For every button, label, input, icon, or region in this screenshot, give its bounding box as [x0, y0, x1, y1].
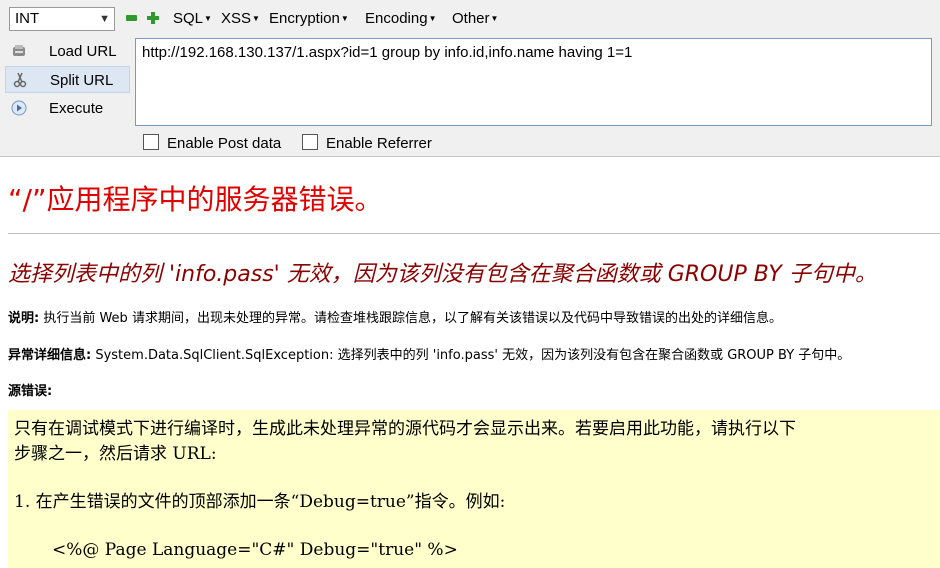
source-error-paragraph: 源错误:	[8, 380, 52, 399]
source-error-box: 只有在调试模式下进行编译时，生成此未处理异常的源代码才会显示出来。若要启用此功能…	[8, 410, 940, 568]
enable-referrer-label: Enable Referrer	[326, 135, 432, 152]
menu-sql-label: SQL	[173, 10, 204, 27]
url-input[interactable]: http://192.168.130.137/1.aspx?id=1 group…	[135, 38, 932, 126]
caret-icon: ▼	[252, 14, 260, 23]
menu-other[interactable]: Other▼	[452, 10, 498, 27]
menu-sql[interactable]: SQL▼	[173, 10, 212, 27]
enable-referrer-checkbox[interactable]: Enable Referrer	[302, 134, 432, 152]
code-line: 只有在调试模式下进行编译时，生成此未处理异常的源代码才会显示出来。若要启用此功能…	[14, 419, 796, 439]
scissors-icon	[13, 72, 27, 88]
execute-button[interactable]: Execute	[5, 95, 130, 122]
description-paragraph: 说明: 执行当前 Web 请求期间，出现未处理的异常。请检查堆栈跟踪信息，以了解…	[8, 307, 782, 326]
load-url-label: Load URL	[49, 43, 117, 60]
play-icon	[11, 100, 27, 116]
code-line: <%@ Page Language="C#" Debug="true" %>	[52, 540, 458, 560]
error-title: “/”应用程序中的服务器错误。	[8, 183, 383, 216]
execute-label: Execute	[49, 100, 104, 117]
injection-type-select[interactable]: INT ▼	[9, 7, 115, 31]
menu-encoding-label: Encoding	[365, 10, 428, 27]
menu-encoding[interactable]: Encoding▼	[365, 10, 436, 27]
caret-icon: ▼	[428, 14, 437, 23]
code-line: 步骤之一，然后请求 URL:	[14, 444, 217, 464]
menu-encryption-label: Encryption	[269, 10, 340, 27]
split-url-button[interactable]: Split URL	[5, 66, 130, 93]
increase-icon[interactable]	[147, 12, 159, 24]
checkbox-box[interactable]	[143, 134, 159, 150]
caret-icon: ▼	[490, 14, 499, 23]
exception-details-label: 异常详细信息:	[8, 348, 92, 363]
load-url-icon	[13, 45, 25, 56]
decrease-icon[interactable]	[126, 15, 137, 21]
menu-xss-label: XSS	[221, 10, 252, 27]
enable-post-data-label: Enable Post data	[167, 135, 282, 152]
description-text: 执行当前 Web 请求期间，出现未处理的异常。请检查堆栈跟踪信息，以了解有关该错…	[39, 311, 782, 326]
menu-encryption[interactable]: Encryption▼	[269, 10, 349, 27]
enable-post-data-checkbox[interactable]: Enable Post data	[143, 134, 281, 152]
divider	[8, 233, 940, 234]
hackbar-toolbar: INT ▼ SQL▼ XSS▼ Encryption▼ Encoding▼ Ot…	[0, 0, 940, 157]
caret-icon: ▼	[204, 14, 212, 23]
code-line: 1. 在产生错误的文件的顶部添加一条“Debug=true”指令。例如:	[14, 492, 506, 512]
split-url-label: Split URL	[50, 72, 114, 89]
menu-xss[interactable]: XSS▼	[221, 10, 260, 27]
injection-type-value: INT	[15, 10, 40, 27]
url-input-value: http://192.168.130.137/1.aspx?id=1 group…	[142, 44, 633, 61]
caret-icon: ▼	[340, 14, 349, 23]
source-error-label: 源错误:	[8, 384, 53, 399]
checkbox-box[interactable]	[302, 134, 318, 150]
menu-other-label: Other	[452, 10, 490, 27]
exception-details-text: System.Data.SqlClient.SqlException: 选择列表…	[91, 348, 851, 363]
exception-details-paragraph: 异常详细信息: System.Data.SqlClient.SqlExcepti…	[8, 344, 850, 363]
load-url-button[interactable]: Load URL	[5, 38, 130, 65]
error-subtitle: 选择列表中的列 'info.pass' 无效，因为该列没有包含在聚合函数或 GR…	[8, 262, 877, 287]
description-label: 说明:	[8, 311, 40, 326]
chevron-down-icon: ▼	[99, 13, 110, 25]
